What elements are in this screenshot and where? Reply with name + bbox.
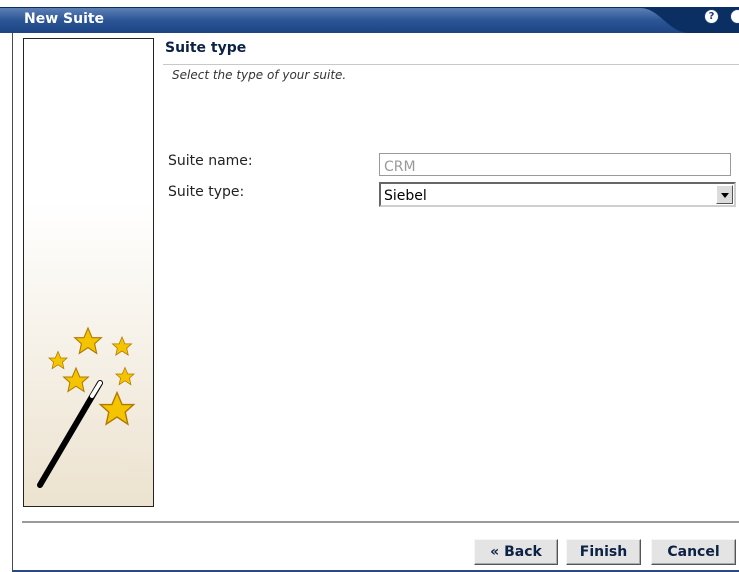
- chevron-down-icon[interactable]: [716, 185, 733, 204]
- suite-name-label: Suite name:: [168, 153, 253, 169]
- wizard-sidebar: [23, 38, 154, 507]
- section-divider: [163, 64, 739, 65]
- suite-type-label: Suite type:: [168, 184, 245, 200]
- footer-divider: [22, 521, 739, 523]
- suite-name-input[interactable]: CRM: [379, 153, 731, 176]
- window-title: New Suite: [24, 11, 105, 27]
- magic-wand-icon: [37, 327, 135, 488]
- close-icon[interactable]: [730, 9, 739, 24]
- section-title: Suite type: [165, 40, 247, 56]
- section-description: Select the type of your suite.: [172, 68, 347, 82]
- cancel-button[interactable]: Cancel: [651, 539, 736, 565]
- help-icon[interactable]: ?: [704, 9, 719, 24]
- suite-type-select[interactable]: Siebel: [379, 182, 736, 207]
- suite-type-value: Siebel: [384, 188, 427, 204]
- frame-left-border: [12, 33, 13, 572]
- title-bar: New Suite ?: [0, 0, 739, 33]
- finish-button[interactable]: Finish: [566, 539, 641, 565]
- back-button[interactable]: « Back: [474, 539, 558, 565]
